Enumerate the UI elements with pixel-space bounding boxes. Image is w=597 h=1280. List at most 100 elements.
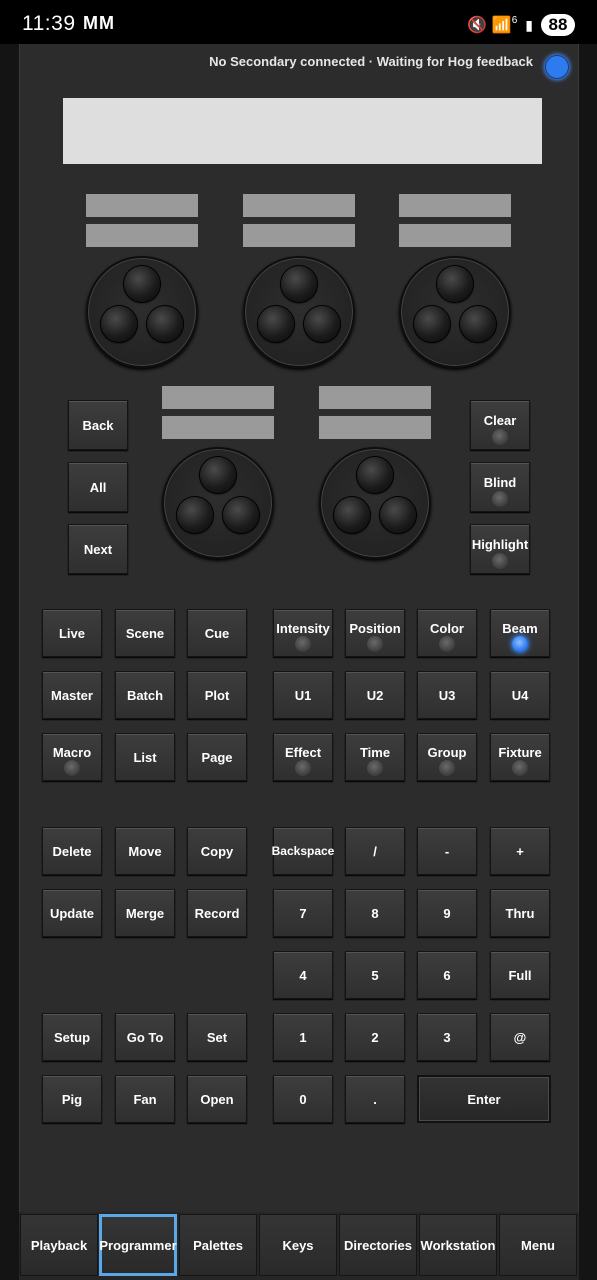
all-button[interactable]: All [68, 462, 128, 512]
next-button[interactable]: Next [68, 524, 128, 574]
tab-workstation[interactable]: Workstation [419, 1214, 497, 1276]
encoder-wheel-4[interactable] [162, 447, 274, 559]
setup-button[interactable]: Setup [42, 1013, 102, 1061]
encoder-label-3b [399, 224, 511, 247]
color-button[interactable]: Color [417, 609, 477, 657]
u3-button[interactable]: U3 [417, 671, 477, 719]
fan-button[interactable]: Fan [115, 1075, 175, 1123]
intensity-button[interactable]: Intensity [273, 609, 333, 657]
master-button[interactable]: Master [42, 671, 102, 719]
key-3[interactable]: 3 [417, 1013, 477, 1061]
time-led [367, 760, 383, 776]
signal-icon: ▮ [525, 16, 533, 33]
delete-button[interactable]: Delete [42, 827, 102, 875]
live-button[interactable]: Live [42, 609, 102, 657]
decimal-button[interactable]: . [345, 1075, 405, 1123]
at-button[interactable]: @ [490, 1013, 550, 1061]
batch-button[interactable]: Batch [115, 671, 175, 719]
key-6[interactable]: 6 [417, 951, 477, 999]
thru-button[interactable]: Thru [490, 889, 550, 937]
mute-wifi-icons: 🔇 📶 [467, 17, 512, 34]
encoder-label-3a [399, 194, 511, 217]
move-button[interactable]: Move [115, 827, 175, 875]
encoder-wheel-2[interactable] [243, 256, 355, 368]
slash-button[interactable]: / [345, 827, 405, 875]
position-button[interactable]: Position [345, 609, 405, 657]
battery-icon: 88 [541, 14, 575, 36]
encoder-label-4b [162, 416, 274, 439]
effect-button[interactable]: Effect [273, 733, 333, 781]
key-4[interactable]: 4 [273, 951, 333, 999]
encoder-label-5a [319, 386, 431, 409]
tab-directories[interactable]: Directories [339, 1214, 417, 1276]
plot-button[interactable]: Plot [187, 671, 247, 719]
tab-palettes[interactable]: Palettes [179, 1214, 257, 1276]
u1-button[interactable]: U1 [273, 671, 333, 719]
cue-button[interactable]: Cue [187, 609, 247, 657]
connection-status: No Secondary connected · Waiting for Hog… [209, 54, 533, 69]
tab-keys[interactable]: Keys [259, 1214, 337, 1276]
page-button[interactable]: Page [187, 733, 247, 781]
encoder-label-2b [243, 224, 355, 247]
list-button[interactable]: List [115, 733, 175, 781]
key-2[interactable]: 2 [345, 1013, 405, 1061]
update-button[interactable]: Update [42, 889, 102, 937]
record-button[interactable]: Record [187, 889, 247, 937]
encoder-wheel-1[interactable] [86, 256, 198, 368]
fixture-button[interactable]: Fixture [490, 733, 550, 781]
key-8[interactable]: 8 [345, 889, 405, 937]
plus-button[interactable]: + [490, 827, 550, 875]
minus-button[interactable]: - [417, 827, 477, 875]
tab-playback[interactable]: Playback [20, 1214, 98, 1276]
full-button[interactable]: Full [490, 951, 550, 999]
blind-button[interactable]: Blind [470, 462, 530, 512]
encoder-wheel-5[interactable] [319, 447, 431, 559]
wifi-badge: 6 [511, 14, 518, 26]
highlight-button[interactable]: Highlight [470, 524, 530, 574]
group-led [439, 760, 455, 776]
command-line-display [63, 98, 542, 164]
enter-button[interactable]: Enter [417, 1075, 551, 1123]
blind-led [492, 491, 508, 507]
encoder-wheel-3[interactable] [399, 256, 511, 368]
encoder-label-1a [86, 194, 198, 217]
encoder-label-4a [162, 386, 274, 409]
color-led [439, 636, 455, 652]
back-button[interactable]: Back [68, 400, 128, 450]
u4-button[interactable]: U4 [490, 671, 550, 719]
encoder-label-1b [86, 224, 198, 247]
set-button[interactable]: Set [187, 1013, 247, 1061]
clear-button[interactable]: Clear [470, 400, 530, 450]
tab-menu[interactable]: Menu [499, 1214, 577, 1276]
encoder-label-2a [243, 194, 355, 217]
copy-button[interactable]: Copy [187, 827, 247, 875]
key-7[interactable]: 7 [273, 889, 333, 937]
u2-button[interactable]: U2 [345, 671, 405, 719]
group-button[interactable]: Group [417, 733, 477, 781]
status-right: 🔇 📶 6 ▮ 88 [467, 12, 575, 38]
goto-button[interactable]: Go To [115, 1013, 175, 1061]
key-9[interactable]: 9 [417, 889, 477, 937]
backspace-button[interactable]: Backspace [272, 827, 334, 875]
highlight-led [492, 553, 508, 569]
beam-led [512, 636, 528, 652]
intensity-led [295, 636, 311, 652]
macro-button[interactable]: Macro [42, 733, 102, 781]
encoder-label-5b [319, 416, 431, 439]
scene-button[interactable]: Scene [115, 609, 175, 657]
tab-programmer[interactable]: Programmer [99, 1214, 177, 1276]
fixture-led [512, 760, 528, 776]
position-led [367, 636, 383, 652]
clear-led [492, 429, 508, 445]
key-0[interactable]: 0 [273, 1075, 333, 1123]
beam-button[interactable]: Beam [490, 609, 550, 657]
notification-icons: MM [83, 13, 115, 33]
time-button[interactable]: Time [345, 733, 405, 781]
key-1[interactable]: 1 [273, 1013, 333, 1061]
pig-button[interactable]: Pig [42, 1075, 102, 1123]
key-5[interactable]: 5 [345, 951, 405, 999]
open-button[interactable]: Open [187, 1075, 247, 1123]
status-time: 11:39 [22, 12, 76, 35]
effect-led [295, 760, 311, 776]
merge-button[interactable]: Merge [115, 889, 175, 937]
